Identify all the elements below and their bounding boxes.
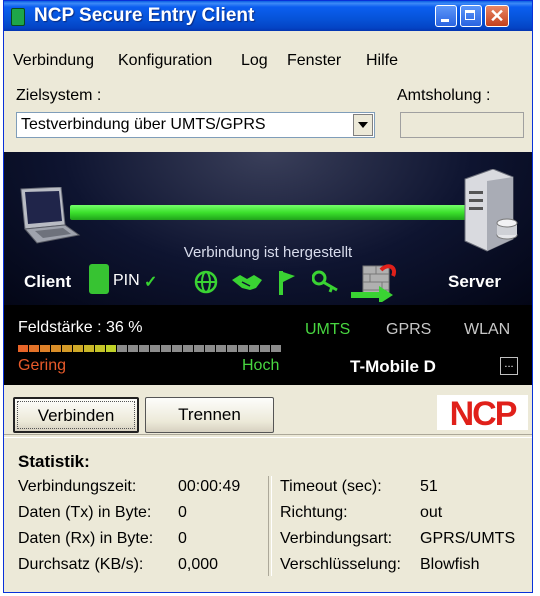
key-icon bbox=[312, 270, 338, 293]
signal-segment bbox=[161, 345, 171, 352]
app-window: NCP Secure Entry Client ✕ Verbindung Kon… bbox=[3, 0, 533, 593]
connection-bar bbox=[70, 205, 470, 220]
title-bar[interactable]: NCP Secure Entry Client ✕ bbox=[4, 1, 532, 31]
maximize-button[interactable] bbox=[460, 5, 482, 27]
signal-segment bbox=[73, 345, 83, 352]
stat-label: Verschlüsselung: bbox=[280, 556, 401, 573]
client-label: Client bbox=[24, 272, 72, 291]
stat-value: 0 bbox=[178, 504, 187, 521]
menu-konfiguration[interactable]: Konfiguration bbox=[118, 52, 212, 70]
signal-segment bbox=[271, 345, 281, 352]
stats-separator bbox=[268, 476, 272, 576]
signal-segment bbox=[117, 345, 127, 352]
signal-panel: Feldstärke : 36 % UMTS GPRS WLAN Gering … bbox=[4, 305, 532, 385]
firewall-icon bbox=[351, 264, 396, 302]
signal-segment bbox=[238, 345, 248, 352]
zielsystem-value: Testverbindung über UMTS/GPRS bbox=[21, 116, 266, 133]
chevron-down-icon bbox=[358, 122, 368, 128]
menu-log[interactable]: Log bbox=[241, 52, 268, 70]
provider-name: T-Mobile D bbox=[350, 357, 436, 376]
signal-segment bbox=[172, 345, 182, 352]
signal-high-label: Hoch bbox=[242, 357, 280, 374]
close-icon: ✕ bbox=[489, 6, 505, 26]
signal-segment bbox=[216, 345, 226, 352]
menu-verbindung[interactable]: Verbindung bbox=[13, 52, 94, 70]
stat-value: out bbox=[420, 504, 443, 521]
signal-low-label: Gering bbox=[18, 357, 67, 374]
signal-segment bbox=[194, 345, 204, 352]
minimize-icon bbox=[441, 19, 449, 22]
stat-value: 51 bbox=[420, 478, 438, 495]
divider bbox=[4, 434, 532, 438]
signal-segment bbox=[106, 345, 116, 352]
signal-segment bbox=[95, 345, 105, 352]
disconnect-button[interactable]: Trennen bbox=[145, 397, 274, 433]
pin-check-icon: ✓ bbox=[144, 274, 158, 291]
handshake-icon bbox=[232, 275, 262, 290]
server-label: Server bbox=[448, 272, 501, 291]
connection-status-message: Verbindung ist hergestellt bbox=[183, 244, 353, 261]
network-gprs: GPRS bbox=[386, 321, 432, 338]
signal-segment bbox=[51, 345, 61, 352]
signal-segment bbox=[205, 345, 215, 352]
signal-segment bbox=[18, 345, 28, 352]
connect-button[interactable]: Verbinden bbox=[13, 397, 139, 433]
stat-label: Daten (Tx) in Byte: bbox=[18, 504, 152, 521]
app-icon bbox=[11, 8, 25, 26]
globe-icon bbox=[194, 270, 218, 294]
details-button[interactable]: ... bbox=[500, 357, 518, 375]
statistics-title: Statistik: bbox=[18, 452, 90, 471]
minimize-button[interactable] bbox=[435, 5, 457, 27]
signal-segment bbox=[40, 345, 50, 352]
signal-segment bbox=[139, 345, 149, 352]
zielsystem-select[interactable]: Testverbindung über UMTS/GPRS bbox=[16, 112, 375, 138]
amtsholung-field[interactable] bbox=[400, 112, 524, 138]
zielsystem-label: Zielsystem : bbox=[16, 87, 102, 104]
connection-status-panel: Verbindung ist hergestellt Client PIN ✓ bbox=[4, 152, 532, 305]
menu-hilfe[interactable]: Hilfe bbox=[366, 52, 398, 70]
network-wlan: WLAN bbox=[464, 321, 511, 338]
maximize-icon bbox=[465, 10, 475, 20]
ncp-logo-text: NCP bbox=[450, 395, 517, 430]
signal-segment bbox=[62, 345, 72, 352]
signal-segment bbox=[128, 345, 138, 352]
close-button[interactable]: ✕ bbox=[485, 5, 509, 27]
stat-value: 00:00:49 bbox=[178, 478, 241, 495]
window-title: NCP Secure Entry Client bbox=[34, 5, 255, 26]
signal-segment bbox=[84, 345, 94, 352]
sim-card-icon bbox=[89, 264, 109, 294]
dropdown-button[interactable] bbox=[353, 114, 373, 136]
flag-icon bbox=[279, 271, 295, 295]
network-umts: UMTS bbox=[305, 321, 351, 338]
stat-value: Blowfish bbox=[420, 556, 480, 573]
ncp-logo: NCP bbox=[437, 395, 528, 430]
pin-label: PIN bbox=[113, 272, 140, 289]
stat-label: Timeout (sec): bbox=[280, 478, 382, 495]
stat-label: Durchsatz (KB/s): bbox=[18, 556, 144, 573]
stat-value: 0,000 bbox=[178, 556, 219, 573]
signal-strength-label: Feldstärke : 36 % bbox=[18, 319, 143, 336]
signal-segment bbox=[260, 345, 270, 352]
stat-value: GPRS/UMTS bbox=[420, 530, 516, 547]
stat-label: Daten (Rx) in Byte: bbox=[18, 530, 154, 547]
stat-label: Richtung: bbox=[280, 504, 348, 521]
amtsholung-label: Amtsholung : bbox=[397, 87, 491, 104]
signal-segment bbox=[227, 345, 237, 352]
stat-label: Verbindungsart: bbox=[280, 530, 393, 547]
stat-value: 0 bbox=[178, 530, 187, 547]
server-icon bbox=[464, 169, 518, 252]
signal-segment bbox=[249, 345, 259, 352]
signal-segment bbox=[29, 345, 39, 352]
signal-segment bbox=[183, 345, 193, 352]
stat-label: Verbindungszeit: bbox=[18, 478, 137, 495]
menu-fenster[interactable]: Fenster bbox=[287, 52, 341, 70]
signal-segment bbox=[150, 345, 160, 352]
